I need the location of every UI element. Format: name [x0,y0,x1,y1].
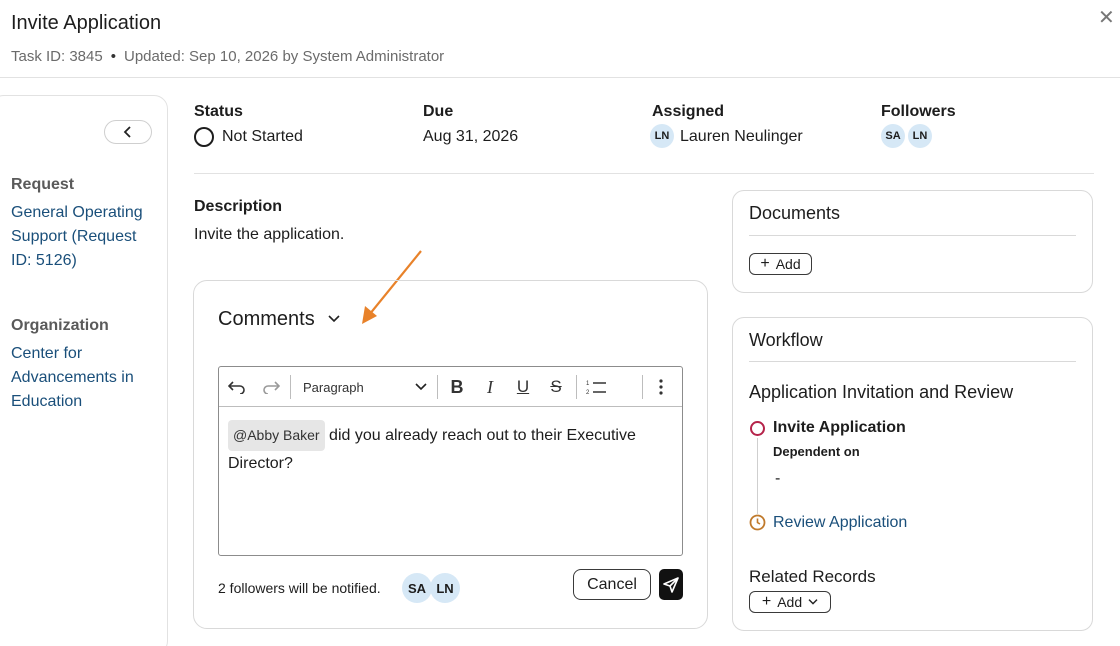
assigned-name: Lauren Neulinger [680,128,803,145]
avatar: SA [881,124,905,148]
add-document-label: Add [775,256,801,272]
description-text: Invite the application. [194,226,345,243]
comment-body[interactable]: @Abby Baker did you already reach out to… [228,420,676,476]
avatar: LN [908,124,932,148]
add-related-label: Add [777,594,803,610]
svg-text:1: 1 [586,381,590,387]
workflow-name: Application Invitation and Review [749,382,1014,402]
followers-label: Followers [881,103,956,120]
toolbar-divider [642,375,643,399]
status-value: Not Started [222,128,303,145]
dependent-value: - [775,470,781,487]
separator-dot: • [110,48,116,65]
status-label: Status [194,103,243,120]
request-label: Request [11,176,75,193]
collapse-sidebar-button[interactable] [104,120,152,144]
redo-icon[interactable] [259,367,283,407]
assigned-label: Assigned [652,103,725,120]
cancel-button[interactable]: Cancel [573,569,651,600]
close-icon[interactable]: ✕ [1098,8,1118,28]
bold-icon[interactable]: B [445,367,469,407]
strikethrough-icon[interactable]: S [544,367,568,407]
workflow-divider [749,361,1076,362]
request-link[interactable]: General Operating Support (Request ID: 5… [11,201,156,273]
paragraph-select-label: Paragraph [303,379,364,395]
step-status-icon [750,421,765,436]
due-label: Due [423,103,454,120]
fields-divider [194,173,1094,174]
plus-icon: + [760,255,770,272]
description-label: Description [194,198,283,215]
numbered-list-icon[interactable]: 12 [584,367,610,407]
toolbar-divider [437,375,438,399]
avatar: LN [430,573,460,603]
plus-icon: + [761,593,772,610]
add-related-record-button[interactable]: + Add [749,591,831,613]
related-records-label: Related Records [749,567,876,586]
chevron-left-icon [123,126,131,138]
italic-icon[interactable]: I [478,367,502,407]
notify-text: 2 followers will be notified. [218,580,381,596]
comments-title[interactable]: Comments [218,308,315,331]
editor-toolbar: Paragraph B I U S 12 [219,367,682,407]
updated-info: Updated: Sep 10, 2026 by System Administ… [123,48,445,65]
paragraph-select[interactable]: Paragraph [303,367,427,407]
organization-label: Organization [11,317,109,334]
task-meta: Task ID: 3845 • Updated: Sep 10, 2026 by S… [11,48,444,65]
avatar: SA [402,573,432,603]
send-icon [663,576,679,593]
page-title: Invite Application [11,12,162,34]
avatar: LN [650,124,674,148]
workflow-step-current[interactable]: Invite Application [773,419,906,437]
svg-text:2: 2 [586,390,590,395]
header-divider [0,77,1120,78]
chevron-down-icon [808,599,818,605]
clock-icon [749,514,766,531]
task-id: Task ID: 3845 [11,48,103,65]
underline-icon[interactable]: U [511,367,535,407]
workflow-title: Workflow [749,330,823,350]
status-circle-icon [194,127,214,147]
mention-chip: @Abby Baker [228,420,325,451]
send-button[interactable] [659,569,683,600]
add-document-button[interactable]: + Add [749,253,812,275]
dependent-label: Dependent on [773,444,860,459]
documents-title: Documents [749,203,841,223]
chevron-down-icon [415,383,427,391]
toolbar-divider [576,375,577,399]
workflow-step-next[interactable]: Review Application [773,514,907,532]
due-value: Aug 31, 2026 [423,128,519,145]
toolbar-divider [290,375,291,399]
chevron-down-icon[interactable] [328,314,340,324]
undo-icon[interactable] [225,367,249,407]
documents-divider [749,235,1076,236]
step-connector [757,438,758,514]
organization-link[interactable]: Center for Advancements in Education [11,342,156,414]
more-options-icon[interactable] [651,367,671,407]
